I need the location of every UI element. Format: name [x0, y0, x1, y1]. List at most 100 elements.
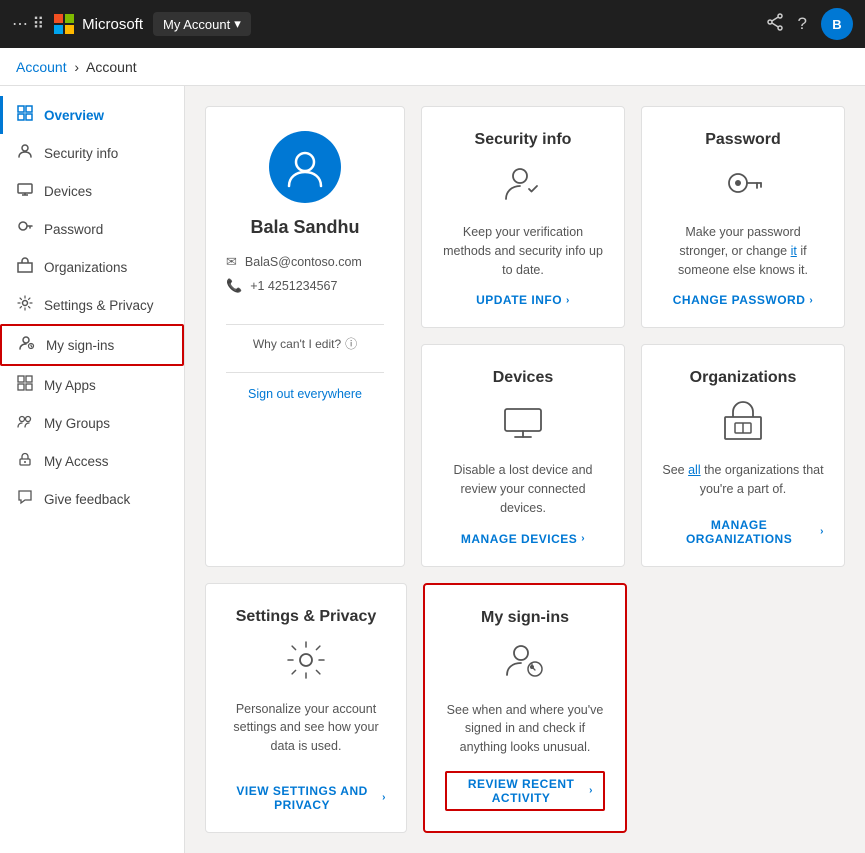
sidebar-label-settings-privacy: Settings & Privacy: [44, 298, 154, 313]
bottom-row: Settings & Privacy Personalize your acco…: [205, 583, 845, 833]
settings-privacy-icon: [16, 295, 34, 315]
sidebar-label-organizations: Organizations: [44, 260, 127, 275]
security-info-card-link[interactable]: UPDATE INFO ›: [476, 293, 570, 307]
profile-email: BalaS@contoso.com: [245, 255, 362, 269]
topbar: ⋯ ⠿ Microsoft My Account ▾ ?: [0, 0, 865, 48]
give-feedback-icon: [16, 489, 34, 509]
organizations-card-desc: See all the organizations that you're a …: [662, 461, 824, 503]
breadcrumb-root[interactable]: Account: [16, 59, 67, 75]
devices-card-link[interactable]: MANAGE DEVICES ›: [461, 532, 585, 546]
my-sign-ins-chevron: ›: [589, 785, 593, 796]
settings-privacy-chevron: ›: [382, 792, 386, 803]
top-row: Bala Sandhu ✉ BalaS@contoso.com 📞 +1 425…: [205, 106, 845, 567]
profile-card: Bala Sandhu ✉ BalaS@contoso.com 📞 +1 425…: [205, 106, 405, 567]
settings-privacy-card-icon: [284, 638, 328, 688]
password-icon: [16, 219, 34, 239]
sidebar-item-my-access[interactable]: My Access: [0, 442, 184, 480]
sidebar-item-organizations[interactable]: Organizations: [0, 248, 184, 286]
devices-card-title: Devices: [493, 369, 554, 387]
sidebar-item-settings-privacy[interactable]: Settings & Privacy: [0, 286, 184, 324]
password-card-title: Password: [705, 131, 781, 149]
profile-divider: [226, 324, 384, 325]
security-info-card-icon: [501, 161, 545, 211]
profile-divider-2: [226, 372, 384, 373]
sidebar: Overview Security info Devices Password …: [0, 86, 185, 853]
password-card-icon: [721, 161, 765, 211]
ms-brand-label: Microsoft: [82, 16, 143, 33]
my-sign-ins-card-title: My sign-ins: [481, 609, 569, 627]
sidebar-item-password[interactable]: Password: [0, 210, 184, 248]
overview-icon: [16, 105, 34, 125]
devices-icon: [16, 181, 34, 201]
profile-name: Bala Sandhu: [250, 217, 359, 238]
profile-info: ✉ BalaS@contoso.com 📞 +1 4251234567: [226, 254, 384, 302]
security-info-chevron: ›: [566, 295, 570, 306]
sidebar-item-my-groups[interactable]: My Groups: [0, 404, 184, 442]
sidebar-label-my-apps: My Apps: [44, 378, 96, 393]
ms-logo-icon: [54, 14, 74, 34]
breadcrumb-current: Account: [86, 59, 137, 75]
main-content: Bala Sandhu ✉ BalaS@contoso.com 📞 +1 425…: [185, 86, 865, 853]
organizations-chevron: ›: [820, 526, 824, 537]
apps-grid-icon[interactable]: ⋯ ⠿: [12, 14, 44, 34]
sidebar-item-my-sign-ins[interactable]: My sign-ins: [0, 324, 184, 366]
sidebar-label-give-feedback: Give feedback: [44, 492, 130, 507]
security-info-card-desc: Keep your verification methods and secur…: [442, 223, 604, 279]
share-icon[interactable]: [766, 13, 784, 36]
sign-out-everywhere-link[interactable]: Sign out everywhere: [248, 387, 362, 401]
my-sign-ins-card-icon: [503, 639, 547, 689]
organizations-icon: [16, 257, 34, 277]
phone-icon: 📞: [226, 278, 242, 294]
my-sign-ins-card: My sign-ins See when and where you've si…: [423, 583, 627, 833]
profile-phone-row: 📞 +1 4251234567: [226, 278, 384, 294]
profile-phone: +1 4251234567: [250, 279, 337, 293]
organizations-card-title: Organizations: [690, 369, 797, 387]
devices-chevron: ›: [581, 533, 585, 544]
settings-privacy-card-title: Settings & Privacy: [236, 608, 377, 626]
settings-privacy-card-link[interactable]: VIEW SETTINGS AND PRIVACY ›: [226, 784, 386, 812]
password-card-desc: Make your password stronger, or change i…: [662, 223, 824, 279]
sidebar-item-my-apps[interactable]: My Apps: [0, 366, 184, 404]
account-pill-label: My Account: [163, 17, 230, 32]
settings-privacy-card-desc: Personalize your account settings and se…: [226, 700, 386, 770]
my-groups-icon: [16, 413, 34, 433]
sidebar-item-security-info[interactable]: Security info: [0, 134, 184, 172]
info-circle-icon: ⓘ: [345, 335, 357, 352]
organizations-card-link[interactable]: MANAGE ORGANIZATIONS ›: [662, 518, 824, 546]
my-sign-ins-card-desc: See when and where you've signed in and …: [445, 701, 605, 757]
my-sign-ins-icon: [18, 335, 36, 355]
user-avatar[interactable]: B: [821, 8, 853, 40]
password-card-link[interactable]: CHANGE PASSWORD ›: [673, 293, 813, 307]
main-layout: Overview Security info Devices Password …: [0, 86, 865, 853]
account-switcher[interactable]: My Account ▾: [153, 12, 251, 36]
why-cant-edit: Why can't I edit? ⓘ: [253, 335, 357, 352]
account-pill-arrow: ▾: [234, 16, 241, 32]
profile-avatar: [269, 131, 341, 203]
devices-card: Devices Disable a lost device and review…: [421, 344, 625, 566]
sidebar-item-give-feedback[interactable]: Give feedback: [0, 480, 184, 518]
sidebar-label-my-sign-ins: My sign-ins: [46, 338, 114, 353]
sidebar-label-security-info: Security info: [44, 146, 118, 161]
sidebar-item-devices[interactable]: Devices: [0, 172, 184, 210]
subheader: Account › Account: [0, 48, 865, 86]
sidebar-label-my-access: My Access: [44, 454, 109, 469]
review-recent-activity-link[interactable]: REVIEW RECENT ACTIVITY ›: [445, 771, 605, 811]
my-access-icon: [16, 451, 34, 471]
sidebar-label-overview: Overview: [44, 108, 104, 123]
email-icon: ✉: [226, 254, 237, 270]
profile-email-row: ✉ BalaS@contoso.com: [226, 254, 384, 270]
organizations-card-icon: [721, 399, 765, 449]
sidebar-item-overview[interactable]: Overview: [0, 96, 184, 134]
sidebar-label-my-groups: My Groups: [44, 416, 110, 431]
security-info-card: Security info Keep your verification met…: [421, 106, 625, 328]
password-chevron: ›: [809, 295, 813, 306]
sidebar-label-password: Password: [44, 222, 103, 237]
topbar-left: ⋯ ⠿ Microsoft My Account ▾: [12, 12, 251, 36]
password-card: Password Make your password stronger, or…: [641, 106, 845, 328]
topbar-right: ? B: [766, 8, 853, 40]
help-icon[interactable]: ?: [798, 14, 807, 34]
my-apps-icon: [16, 375, 34, 395]
ms-logo-container: Microsoft: [54, 14, 143, 34]
devices-card-desc: Disable a lost device and review your co…: [442, 461, 604, 517]
devices-card-icon: [501, 399, 545, 449]
